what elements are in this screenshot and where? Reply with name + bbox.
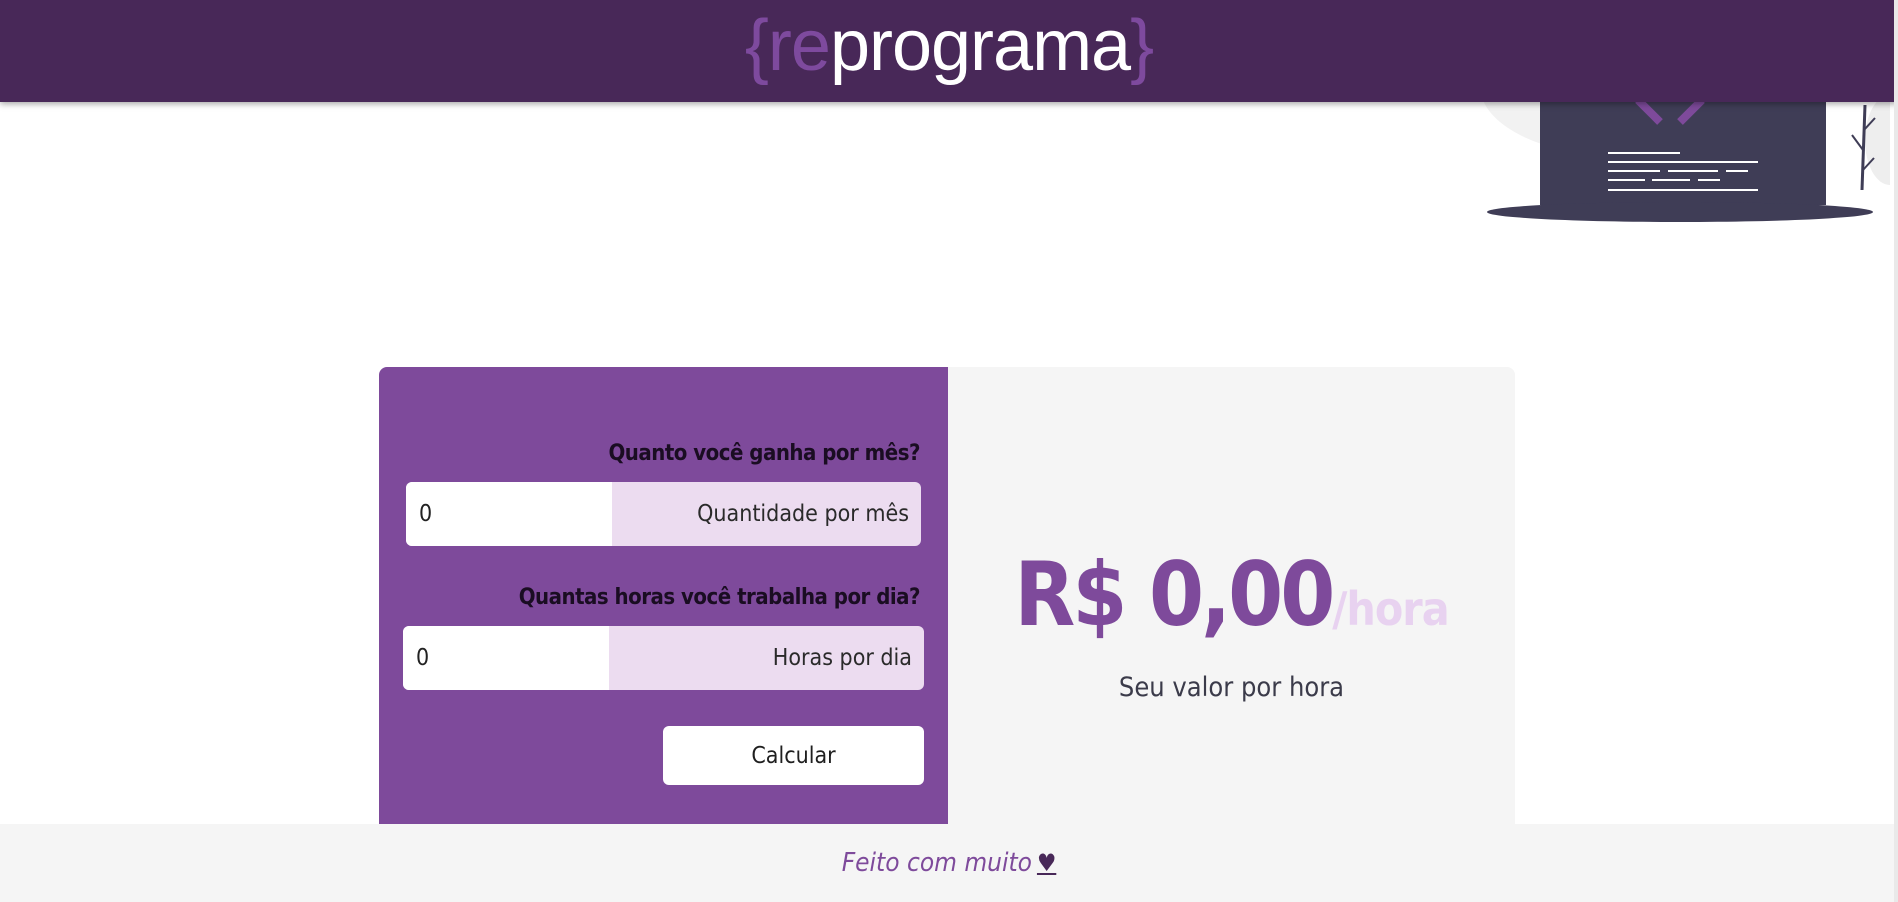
monthly-income-input[interactable]: 0	[406, 482, 612, 546]
result-panel: R$ 0,00/hora Seu valor por hora	[948, 367, 1515, 825]
hours-per-day-question: Quantas horas você trabalha por dia?	[518, 585, 921, 610]
logo-re: re	[767, 6, 831, 86]
page-scrollbar[interactable]	[1894, 0, 1898, 902]
hourly-rate-amount: R$ 0,00	[1014, 543, 1335, 646]
logo-open-brace: {	[744, 6, 769, 86]
logo-programa: programa	[829, 6, 1131, 86]
site-footer: Feito com muito ♥	[0, 824, 1898, 902]
laptop-code-illustration	[1480, 80, 1890, 222]
logo-close-brace: }	[1130, 6, 1154, 86]
calculator-form: Quanto você ganha por mês? 0 Quantidade …	[379, 367, 948, 825]
monthly-income-input-group: 0 Quantidade por mês	[406, 482, 921, 546]
hourly-rate-calculator: Quanto você ganha por mês? 0 Quantidade …	[379, 367, 1515, 825]
hourly-rate-value: R$ 0,00/hora	[948, 543, 1515, 646]
hours-per-day-input-group: 0 Horas por dia	[403, 626, 924, 690]
hours-per-day-addon: Horas por dia	[772, 645, 912, 671]
hourly-rate-unit: /hora	[1332, 582, 1449, 636]
site-header: {reprograma}	[0, 0, 1898, 102]
hourly-rate-caption: Seu valor por hora	[1118, 672, 1345, 703]
monthly-income-addon: Quantidade por mês	[697, 501, 909, 527]
footer-text: Feito com muito	[841, 848, 1032, 878]
heart-icon[interactable]: ♥	[1037, 849, 1056, 877]
monthly-income-question: Quanto você ganha por mês?	[608, 441, 920, 466]
calculate-button[interactable]: Calcular	[663, 726, 924, 785]
hours-per-day-input[interactable]: 0	[403, 626, 609, 690]
reprograma-logo[interactable]: {reprograma}	[744, 0, 1154, 97]
